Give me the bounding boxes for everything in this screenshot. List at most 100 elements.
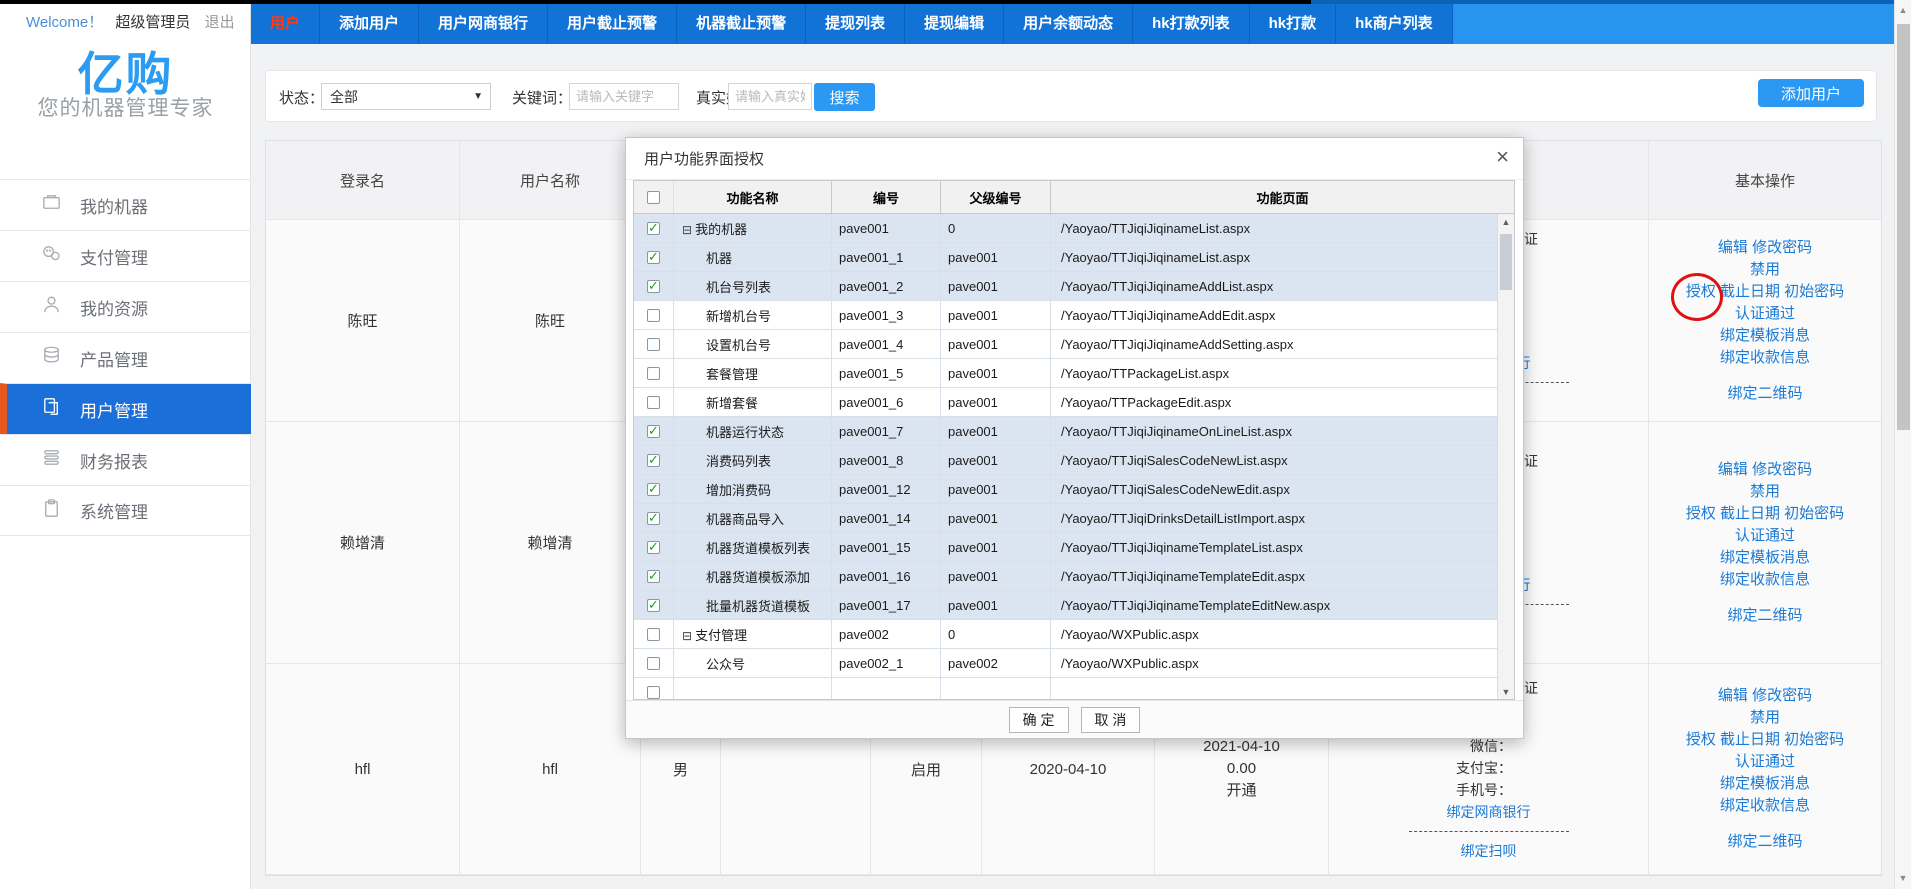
resource-icon <box>40 293 63 321</box>
sidebar-item-label: 产品管理 <box>80 346 148 371</box>
checkbox-cell <box>634 388 674 416</box>
action-link[interactable]: 绑定收款信息 <box>1720 795 1810 817</box>
nav-tab-7[interactable]: 提现编辑 <box>905 0 1004 44</box>
action-link[interactable]: 编辑 修改密码 <box>1718 237 1812 259</box>
tree-collapse-icon[interactable]: ⊟ <box>682 223 692 237</box>
bind-bank-link[interactable]: 绑定网商银行 <box>1329 801 1648 823</box>
action-link[interactable]: 禁用 <box>1750 707 1780 729</box>
permission-checkbox[interactable] <box>647 686 660 699</box>
sidebar-item-3[interactable]: 我的资源 <box>0 281 251 332</box>
permission-checkbox[interactable] <box>647 657 660 670</box>
permission-checkbox[interactable] <box>647 454 660 467</box>
nav-tab-2[interactable]: 添加用户 <box>320 0 419 44</box>
permission-checkbox[interactable] <box>647 280 660 293</box>
action-link[interactable]: 绑定二维码 <box>1727 383 1802 405</box>
permission-checkbox[interactable] <box>647 251 660 264</box>
permission-parent-code: pave001 <box>941 359 1051 387</box>
nav-tab-10[interactable]: hk打款 <box>1250 0 1337 44</box>
permission-checkbox[interactable] <box>647 425 660 438</box>
status-select[interactable]: 全部 ▼ <box>321 83 491 110</box>
action-link[interactable]: 禁用 <box>1750 259 1780 281</box>
cell-actions: 编辑 修改密码禁用授权 截止日期 初始密码认证通过绑定模板消息绑定收款信息绑定二… <box>1649 664 1881 875</box>
permission-name: 机器运行状态 <box>674 422 784 441</box>
cancel-button[interactable]: 取 消 <box>1081 707 1141 733</box>
scroll-down-icon[interactable]: ▼ <box>1895 871 1911 885</box>
nav-tab-8[interactable]: 用户余额动态 <box>1004 0 1133 44</box>
permission-checkbox[interactable] <box>647 222 660 235</box>
action-link[interactable]: 认证通过 <box>1735 525 1795 547</box>
contact-label: 手机号： <box>1329 779 1648 801</box>
sidebar-item-6[interactable]: 财务报表 <box>0 434 251 485</box>
action-link[interactable]: 绑定收款信息 <box>1720 347 1810 369</box>
close-icon[interactable]: × <box>1496 146 1509 168</box>
permission-checkbox[interactable] <box>647 396 660 409</box>
permission-checkbox[interactable] <box>647 512 660 525</box>
permission-row: 机器运行状态pave001_7pave001/Yaoyao/TTJiqiJiqi… <box>634 417 1497 446</box>
machine-icon <box>40 191 63 219</box>
select-all-checkbox[interactable] <box>647 191 660 204</box>
permission-checkbox[interactable] <box>647 309 660 322</box>
page-scrollbar[interactable]: ▲ ▼ <box>1894 0 1911 889</box>
nav-tab-3[interactable]: 用户网商银行 <box>419 0 548 44</box>
permission-checkbox[interactable] <box>647 570 660 583</box>
action-link[interactable]: 绑定二维码 <box>1727 605 1802 627</box>
sidebar-item-label: 我的机器 <box>80 193 148 218</box>
action-link[interactable]: 绑定模板消息 <box>1720 325 1810 347</box>
payment-icon <box>40 242 63 270</box>
scroll-up-icon[interactable]: ▲ <box>1498 214 1514 230</box>
nav-tab-5[interactable]: 机器截止预警 <box>677 0 806 44</box>
permission-row: ⊟我的机器pave0010/Yaoyao/TTJiqiJiqinameList.… <box>634 214 1497 243</box>
permission-checkbox[interactable] <box>647 338 660 351</box>
action-link[interactable]: 绑定二维码 <box>1727 831 1802 853</box>
modal-scrollbar[interactable]: ▲ ▼ <box>1497 214 1514 700</box>
scrollbar-thumb[interactable] <box>1500 234 1512 290</box>
action-link[interactable]: 编辑 修改密码 <box>1718 685 1812 707</box>
action-link[interactable]: 认证通过 <box>1735 303 1795 325</box>
action-link[interactable]: 绑定收款信息 <box>1720 569 1810 591</box>
permission-checkbox[interactable] <box>647 541 660 554</box>
permission-row: 机器pave001_1pave001/Yaoyao/TTJiqiJiqiname… <box>634 243 1497 272</box>
permission-checkbox[interactable] <box>647 599 660 612</box>
bind-saobei-link[interactable]: 绑定扫呗 <box>1329 840 1648 862</box>
permission-checkbox[interactable] <box>647 367 660 380</box>
search-button[interactable]: 搜索 <box>814 83 875 111</box>
action-link[interactable]: 绑定模板消息 <box>1720 547 1810 569</box>
permission-parent-code: pave001 <box>941 301 1051 329</box>
action-link[interactable]: 禁用 <box>1750 481 1780 503</box>
nav-tab-4[interactable]: 用户截止预警 <box>548 0 677 44</box>
tree-collapse-icon[interactable]: ⊟ <box>682 629 692 643</box>
keyword-input[interactable] <box>569 83 679 110</box>
permission-checkbox[interactable] <box>647 483 660 496</box>
action-link[interactable]: 绑定模板消息 <box>1720 773 1810 795</box>
row-actions: 编辑 修改密码禁用授权 截止日期 初始密码认证通过绑定模板消息绑定收款信息绑定二… <box>1649 685 1881 853</box>
logout-link[interactable]: 退出 <box>205 14 235 31</box>
scrollbar-thumb[interactable] <box>1897 24 1910 430</box>
sidebar-item-7[interactable]: 系统管理 <box>0 485 251 536</box>
permission-code: pave001_2 <box>832 272 941 300</box>
nav-tab-9[interactable]: hk打款列表 <box>1133 0 1250 44</box>
nav-tab-6[interactable]: 提现列表 <box>806 0 905 44</box>
realname-input[interactable] <box>728 83 812 110</box>
sidebar-item-5[interactable]: 用户管理 <box>0 383 251 434</box>
action-link[interactable]: 编辑 修改密码 <box>1718 459 1812 481</box>
sidebar-item-1[interactable]: 我的机器 <box>0 179 251 230</box>
sidebar-item-4[interactable]: 产品管理 <box>0 332 251 383</box>
add-user-button[interactable]: 添加用户 <box>1758 79 1864 107</box>
action-link[interactable]: 授权 截止日期 初始密码 <box>1686 729 1844 751</box>
permission-checkbox[interactable] <box>647 628 660 641</box>
action-link[interactable]: 授权 截止日期 初始密码 <box>1686 503 1844 525</box>
checkbox-cell <box>634 330 674 358</box>
action-link[interactable]: 认证通过 <box>1735 751 1795 773</box>
scroll-down-icon[interactable]: ▼ <box>1498 684 1514 700</box>
welcome-bar: Welcome！ 超级管理员 退出 <box>26 11 235 32</box>
nav-tab-1[interactable]: 用户 <box>251 0 320 44</box>
scroll-up-icon[interactable]: ▲ <box>1895 3 1911 17</box>
nav-tab-11[interactable]: hk商户列表 <box>1336 0 1453 44</box>
ok-button[interactable]: 确 定 <box>1009 707 1069 733</box>
permission-parent-code: pave001 <box>941 533 1051 561</box>
row-actions: 编辑 修改密码禁用授权 截止日期 初始密码认证通过绑定模板消息绑定收款信息绑定二… <box>1649 459 1881 627</box>
permission-code: pave001_5 <box>832 359 941 387</box>
sidebar: Welcome！ 超级管理员 退出 亿购 您的机器管理专家 我的机器支付管理我的… <box>0 0 251 889</box>
sidebar-item-2[interactable]: 支付管理 <box>0 230 251 281</box>
permission-row <box>634 678 1497 700</box>
